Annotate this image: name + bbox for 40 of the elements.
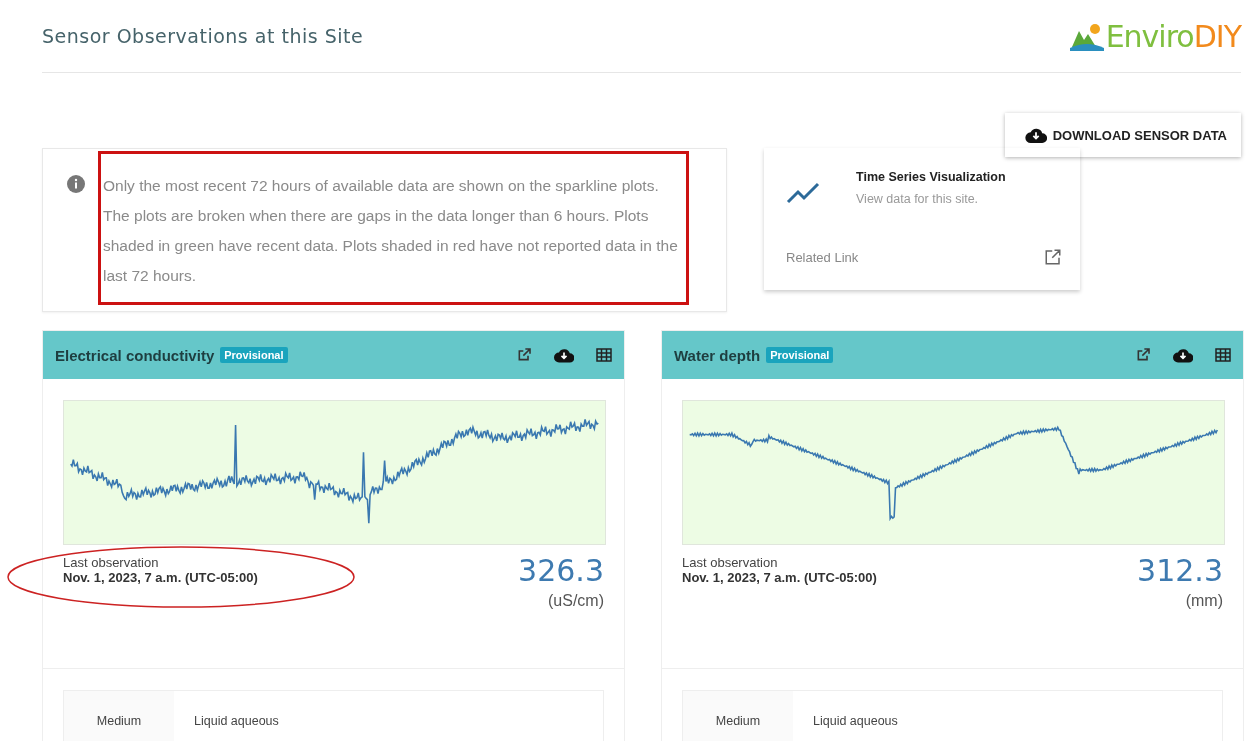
external-link-icon[interactable]: [1044, 248, 1062, 266]
open-link-button[interactable]: [516, 347, 532, 363]
detail-value: Liquid aqueous: [193, 713, 279, 730]
last-observation-time: Nov. 1, 2023, 7 a.m. (UTC-05:00): [63, 570, 258, 585]
sensor-name: Water depth: [674, 346, 761, 364]
cloud-download-icon: [1024, 127, 1047, 143]
sensor-unit: (mm): [1184, 592, 1223, 610]
last-observation-label: Last observation: [63, 555, 160, 570]
last-observation-label: Last observation: [682, 555, 779, 570]
sensor-name: Electrical conductivity: [55, 346, 215, 364]
cloud-download-icon: [1173, 347, 1193, 363]
provisional-badge: Provisional: [220, 347, 288, 363]
sensor-value: 312.3: [1137, 553, 1223, 588]
table-button[interactable]: [596, 348, 612, 362]
page-title: Sensor Observations at this Site: [42, 25, 364, 47]
download-button[interactable]: [1173, 347, 1193, 363]
download-button[interactable]: [554, 347, 574, 363]
info-text: Only the most recent 72 hours of available data are shown on the sparkline plots. The plots are broken when there are gaps in the data longer than 6 hours. Plots shaded in green have recent data. Plots shaded in red have not reported data in the last 72 hours.: [103, 176, 678, 286]
table-icon: [596, 348, 612, 362]
logo-text: EnviroDIY: [1105, 18, 1241, 54]
download-sensor-data-button[interactable]: DOWNLOAD SENSOR DATA: [1004, 113, 1241, 157]
detail-label: Medium: [64, 691, 174, 741]
table-button[interactable]: [1215, 348, 1231, 362]
sensor-value: 326.3: [518, 553, 604, 588]
provisional-badge: Provisional: [766, 347, 834, 363]
external-link-icon: [516, 347, 532, 363]
link-title: Time Series Visualization: [856, 170, 1007, 184]
external-link-icon: [1135, 347, 1151, 363]
last-observation-time: Nov. 1, 2023, 7 a.m. (UTC-05:00): [682, 570, 877, 585]
related-link[interactable]: Related Link: [786, 249, 859, 265]
detail-value: Liquid aqueous: [812, 713, 898, 730]
sensor-unit: (uS/cm): [547, 592, 604, 610]
table-icon: [1215, 348, 1231, 362]
logo-icon: [1069, 21, 1104, 51]
line-chart-icon: [786, 182, 820, 204]
detail-label: Medium: [683, 691, 793, 741]
open-link-button[interactable]: [1135, 347, 1151, 363]
link-subtitle: View data for this site.: [856, 192, 980, 206]
cloud-download-icon: [554, 347, 574, 363]
info-icon: [67, 175, 85, 193]
